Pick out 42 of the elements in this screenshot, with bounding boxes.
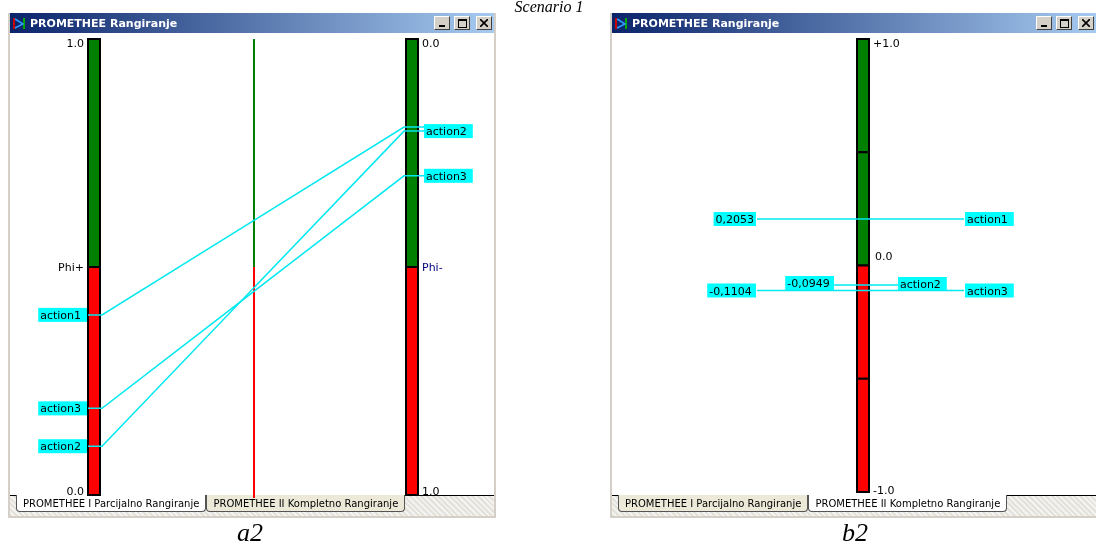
minimize-button[interactable] (434, 16, 450, 30)
minimize-button[interactable] (1036, 16, 1052, 30)
value-label: 0,2053 (713, 212, 756, 226)
tab[interactable]: PROMETHEE II Kompletno Rangiranje (206, 495, 406, 512)
axis-tick-label: 0.0 (66, 485, 84, 498)
maximize-icon (457, 18, 467, 28)
close-icon (480, 19, 488, 27)
axis-tick-label: 0.0 (875, 249, 893, 263)
axis-tick-label: 1.0 (66, 37, 84, 50)
figure-caption: a2 (237, 518, 263, 548)
tab[interactable]: PROMETHEE II Kompletno Rangiranje (808, 495, 1008, 512)
maximize-button[interactable] (1056, 16, 1072, 30)
axis-tick-label: -1.0 (873, 484, 895, 497)
action-label: action1 (38, 307, 87, 322)
close-icon (1082, 19, 1090, 27)
window-title: PROMETHEE Rangiranje (632, 16, 781, 30)
axis-tick-label: 0.0 (422, 37, 440, 50)
app-icon (614, 16, 628, 30)
figure-title: Scenario 1 (514, 0, 584, 15)
app-icon (12, 16, 26, 30)
maximize-button[interactable] (454, 16, 470, 30)
connector-line (833, 284, 899, 286)
close-button[interactable] (1078, 16, 1094, 30)
action-label: action2 (898, 277, 947, 291)
axis-tick-label: +1.0 (873, 37, 900, 50)
action-label: action3 (424, 168, 473, 183)
axis-tick-label: 1.0 (422, 485, 440, 498)
action-label: action2 (424, 124, 473, 139)
action-label: action1 (965, 212, 1014, 226)
axis-name-label: Phi+ (58, 261, 84, 274)
action-label: action3 (38, 401, 87, 416)
action-label: action3 (965, 283, 1014, 298)
close-button[interactable] (476, 16, 492, 30)
value-label: -0,1104 (707, 283, 756, 298)
maximize-icon (1059, 18, 1069, 28)
axis-name-label: Phi- (422, 261, 443, 274)
value-label: -0,0949 (785, 276, 834, 290)
tab[interactable]: PROMETHEE I Parcijalno Rangiranje (618, 495, 809, 512)
figure-caption: b2 (842, 518, 868, 548)
tab[interactable]: PROMETHEE I Parcijalno Rangiranje (16, 495, 207, 512)
window-title: PROMETHEE Rangiranje (30, 16, 179, 30)
action-label: action2 (38, 439, 87, 454)
